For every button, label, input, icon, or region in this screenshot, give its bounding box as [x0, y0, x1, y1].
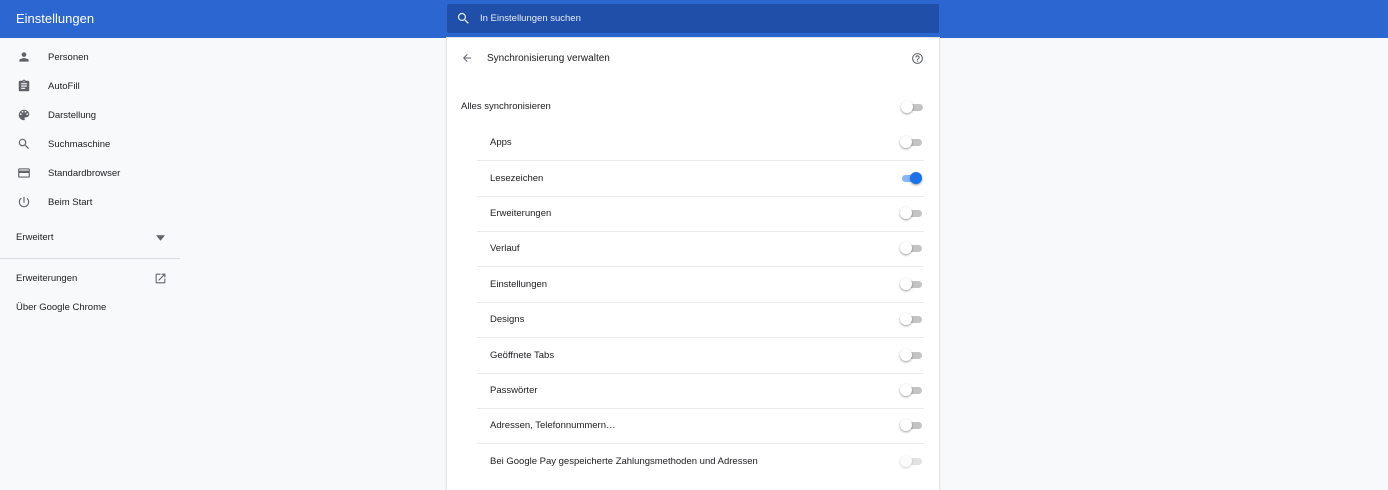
sidebar-item-autofill[interactable]: AutoFill [0, 72, 180, 101]
search-icon [457, 12, 469, 24]
advanced-label: Erweitert [16, 232, 54, 243]
sync-item-open-tabs: Geöffnete Tabs [477, 338, 924, 374]
sync-all-row: Alles synchronisieren [447, 90, 939, 124]
sidebar-item-label: Suchmaschine [48, 139, 111, 150]
passwords-toggle[interactable] [900, 384, 922, 396]
sync-item-label: Geöffnete Tabs [490, 350, 555, 361]
open-tabs-toggle[interactable] [900, 349, 922, 361]
sidebar: Personen AutoFill Darstellung Suchmaschi… [0, 38, 180, 490]
sync-item-settings: Einstellungen [477, 267, 924, 303]
sidebar-item-darstellung[interactable]: Darstellung [0, 101, 180, 130]
themes-toggle[interactable] [900, 313, 922, 325]
sync-all-toggle[interactable] [901, 101, 923, 113]
sync-item-themes: Designs [477, 302, 924, 338]
sync-item-label: Bei Google Pay gespeicherte Zahlungsmeth… [490, 456, 758, 467]
top-bar: Einstellungen [0, 0, 1388, 38]
page-title: Synchronisierung verwalten [487, 53, 610, 64]
sync-item-label: Designs [490, 314, 525, 325]
settings-toggle[interactable] [900, 278, 922, 290]
sync-item-apps: Apps [477, 125, 924, 161]
sync-item-label: Apps [490, 137, 512, 148]
dropdown-arrow-icon [156, 235, 165, 241]
sync-item-label: Verlauf [490, 243, 520, 254]
sync-item-passwords: Passwörter [477, 373, 924, 409]
addresses-toggle[interactable] [900, 419, 922, 431]
sidebar-item-label: AutoFill [48, 81, 80, 92]
history-toggle[interactable] [900, 242, 922, 254]
sidebar-item-personen[interactable]: Personen [0, 43, 180, 72]
extensions-link-label: Erweiterungen [16, 273, 78, 284]
sidebar-link-about-chrome[interactable]: Über Google Chrome [0, 296, 180, 320]
sidebar-link-erweiterungen[interactable]: Erweiterungen [0, 267, 180, 291]
browser-window-icon [18, 168, 30, 178]
back-arrow-icon[interactable] [461, 52, 473, 64]
search-input[interactable] [480, 4, 920, 33]
sync-settings-card: Synchronisierung verwalten Alles synchro… [447, 38, 939, 490]
card-header: Synchronisierung verwalten [447, 38, 939, 80]
sync-item-bookmarks: Lesezeichen [477, 161, 924, 197]
sidebar-divider [0, 258, 180, 259]
power-icon [18, 196, 30, 208]
about-link-label: Über Google Chrome [16, 302, 107, 313]
sync-item-label: Einstellungen [490, 279, 548, 290]
sidebar-item-label: Beim Start [48, 197, 93, 208]
sync-item-label: Lesezeichen [490, 173, 544, 184]
search-box[interactable] [447, 4, 939, 33]
clipboard-icon [18, 79, 30, 92]
person-icon [19, 52, 29, 62]
help-icon[interactable] [911, 52, 924, 65]
sidebar-item-label: Personen [48, 52, 89, 63]
sidebar-item-label: Standardbrowser [48, 168, 121, 179]
sync-item-google-pay: Bei Google Pay gespeicherte Zahlungsmeth… [477, 444, 924, 479]
sync-item-history: Verlauf [477, 231, 924, 267]
sync-all-label: Alles synchronisieren [461, 101, 551, 112]
apps-toggle[interactable] [900, 136, 922, 148]
sync-item-label: Adressen, Telefonnummern… [490, 420, 616, 431]
sync-item-extensions: Erweiterungen [477, 196, 924, 232]
app-title: Einstellungen [16, 11, 95, 26]
advanced-section-toggle[interactable]: Erweitert [0, 226, 180, 250]
google-pay-toggle[interactable] [900, 455, 922, 467]
sync-item-label: Erweiterungen [490, 208, 552, 219]
sync-item-addresses: Adressen, Telefonnummern… [477, 408, 924, 444]
extensions-toggle[interactable] [900, 207, 922, 219]
sidebar-item-suchmaschine[interactable]: Suchmaschine [0, 130, 180, 159]
sidebar-item-beim-start[interactable]: Beim Start [0, 188, 180, 217]
sync-item-label: Passwörter [490, 385, 538, 396]
search-icon [18, 138, 29, 149]
sidebar-item-standardbrowser[interactable]: Standardbrowser [0, 159, 180, 188]
palette-icon [18, 109, 30, 121]
bookmarks-toggle[interactable] [900, 172, 922, 184]
open-in-new-icon [155, 273, 166, 284]
sidebar-item-label: Darstellung [48, 110, 97, 121]
